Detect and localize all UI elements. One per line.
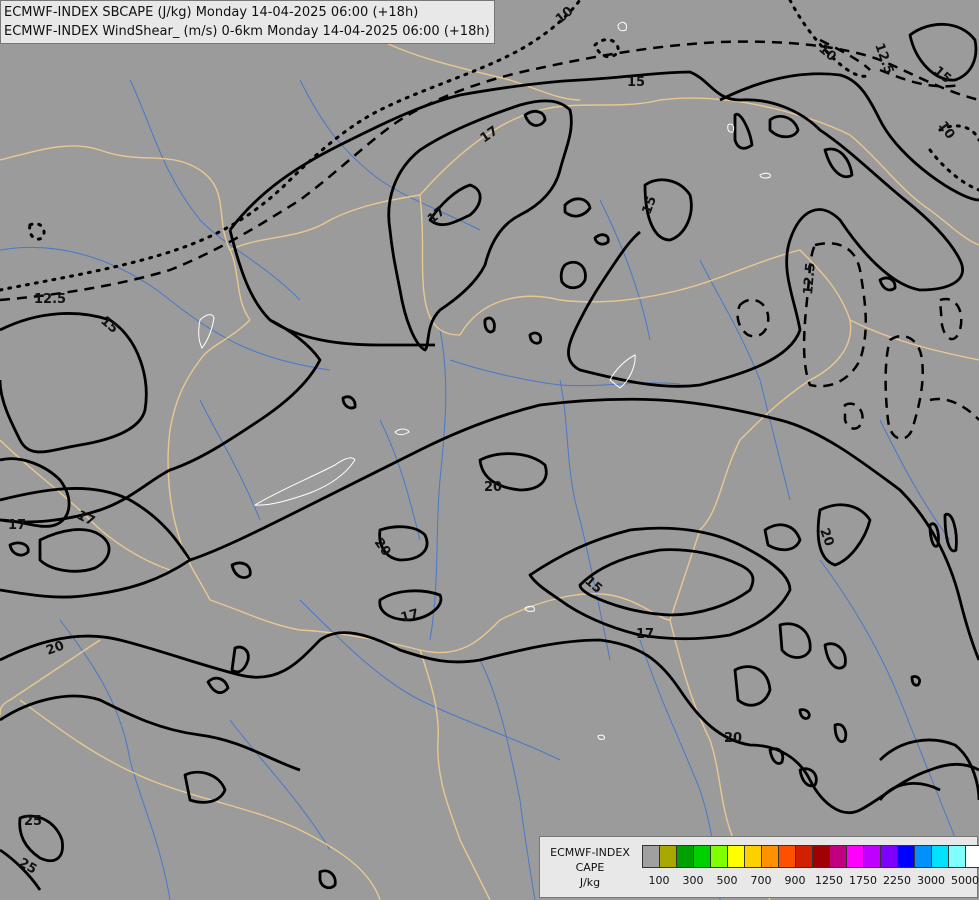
map-title-windshear: ECMWF-INDEX WindShear_ (m/s) 0-6km Monda…: [4, 24, 490, 39]
legend-tick: 700: [750, 874, 772, 887]
legend-tick: 100: [648, 874, 670, 887]
legend-swatch: [915, 846, 932, 867]
legend-variable: CAPE: [575, 861, 605, 874]
weather-map: 10 10 10 12.5 12.5 12.5 15 15 15 15 15 1…: [0, 0, 979, 900]
legend-swatch: [932, 846, 949, 867]
map-title-box: ECMWF-INDEX SBCAPE (J/kg) Monday 14-04-2…: [0, 0, 495, 44]
contour-label: 20: [724, 731, 742, 746]
legend-swatch: [677, 846, 694, 867]
contour-label: 15: [627, 75, 645, 90]
legend-swatch: [830, 846, 847, 867]
legend-tick: 300: [682, 874, 704, 887]
legend-swatch: [898, 846, 915, 867]
legend-tick: 1750: [849, 874, 877, 887]
legend-swatch: [847, 846, 864, 867]
legend-swatch: [864, 846, 881, 867]
legend-color-scale: [642, 845, 979, 868]
cape-legend: ECMWF-INDEX CAPE J/kg 100 300 500 700 900 125…: [539, 836, 979, 898]
legend-swatch: [711, 846, 728, 867]
legend-tick: 500: [716, 874, 738, 887]
contour-label: 20: [484, 480, 502, 495]
legend-swatch: [660, 846, 677, 867]
legend-swatch: [881, 846, 898, 867]
contour-label: 17: [8, 518, 26, 533]
legend-swatch: [745, 846, 762, 867]
legend-swatch: [643, 846, 660, 867]
contour-label: 25: [24, 814, 42, 829]
contour-label: 12.5: [34, 292, 66, 307]
legend-tick-labels: 100 300 500 700 900 1250 1750 2250 3000 5000: [642, 874, 979, 888]
legend-swatch: [779, 846, 796, 867]
legend-title: ECMWF-INDEX CAPE J/kg: [544, 845, 636, 890]
legend-tick: 5000: [951, 874, 979, 887]
legend-swatch: [694, 846, 711, 867]
legend-swatch: [728, 846, 745, 867]
legend-swatch: [813, 846, 830, 867]
legend-tick: 2250: [883, 874, 911, 887]
legend-tick: 3000: [917, 874, 945, 887]
legend-tick: 1250: [815, 874, 843, 887]
legend-tick: 900: [784, 874, 806, 887]
legend-swatch: [796, 846, 813, 867]
legend-swatch: [949, 846, 966, 867]
legend-source: ECMWF-INDEX: [550, 846, 630, 859]
legend-swatch: [762, 846, 779, 867]
map-title-cape: ECMWF-INDEX SBCAPE (J/kg) Monday 14-04-2…: [4, 5, 419, 20]
contour-label: 17: [636, 627, 654, 642]
contour-label: 12.5: [801, 262, 819, 295]
legend-swatch: [966, 846, 979, 867]
legend-unit: J/kg: [579, 876, 601, 889]
